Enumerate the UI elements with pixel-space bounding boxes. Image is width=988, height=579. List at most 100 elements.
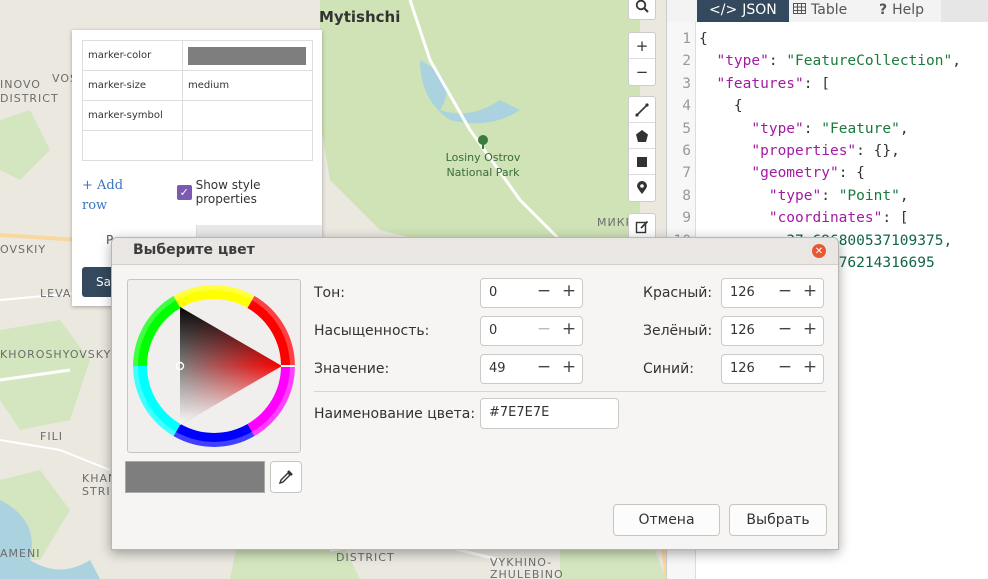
color-swatch[interactable] xyxy=(188,46,306,65)
table-icon xyxy=(793,2,806,18)
json-string: "Feature" xyxy=(821,120,900,137)
json-key: "geometry" xyxy=(751,165,839,182)
map-district-label: DISTRICT xyxy=(0,92,59,105)
table-row: marker-color xyxy=(82,40,313,71)
dialog-titlebar[interactable]: Выберите цвет ✕ xyxy=(112,238,838,265)
color-name-input[interactable]: #7E7E7E xyxy=(480,398,619,429)
decrement-icon[interactable]: − xyxy=(533,357,555,381)
cancel-button[interactable]: Отмена xyxy=(613,504,720,536)
map-park-label: Losiny Ostrov National Park xyxy=(445,151,521,179)
property-key[interactable]: marker-symbol xyxy=(82,100,183,131)
map-district-label: INOVO xyxy=(0,78,41,91)
add-row-link[interactable]: + Add row xyxy=(82,176,142,216)
map-district-label: KHOROSHYOVSKY xyxy=(0,348,112,361)
show-style-toggle[interactable]: ✓ Show style properties xyxy=(177,178,322,206)
hue-spinbutton[interactable]: 0 − + xyxy=(480,278,583,308)
decrement-icon[interactable]: − xyxy=(774,281,796,305)
map-search-control[interactable] xyxy=(628,0,656,20)
json-string: "Point" xyxy=(838,187,900,204)
increment-icon[interactable]: + xyxy=(558,357,580,381)
draw-line-icon[interactable] xyxy=(629,97,655,123)
hue-value[interactable]: 0 xyxy=(489,285,497,300)
table-row: marker-size medium xyxy=(82,70,313,101)
tab-label: Table xyxy=(811,2,848,18)
green-spinbutton[interactable]: 126 − + xyxy=(721,316,824,346)
code-text: { xyxy=(699,31,708,47)
red-value[interactable]: 126 xyxy=(730,285,755,300)
line-number: 6 xyxy=(682,142,691,159)
red-label: Красный: xyxy=(643,285,713,301)
json-key: "type" xyxy=(716,53,769,70)
tab-help[interactable]: ? Help xyxy=(879,0,924,22)
green-value[interactable]: 126 xyxy=(730,323,755,338)
saturation-spinbutton[interactable]: 0 − + xyxy=(480,316,583,346)
json-key: "type" xyxy=(751,120,804,137)
close-icon[interactable]: ✕ xyxy=(812,244,826,258)
color-name-value[interactable]: #7E7E7E xyxy=(489,405,549,420)
table-row xyxy=(82,130,313,161)
blue-value[interactable]: 126 xyxy=(730,361,755,376)
map-district-label: OVSKIY xyxy=(0,243,47,256)
value-spinbutton[interactable]: 49 − + xyxy=(480,354,583,384)
draw-polygon-icon[interactable] xyxy=(629,123,655,149)
code-text: : [ xyxy=(882,210,909,227)
zoom-in-icon[interactable]: + xyxy=(629,33,655,59)
map-district-label: LEVA xyxy=(40,287,72,300)
code-text: { xyxy=(733,98,743,115)
increment-icon[interactable]: + xyxy=(799,319,821,343)
search-icon[interactable] xyxy=(629,0,655,19)
property-key[interactable] xyxy=(82,130,183,161)
marker-color-value[interactable] xyxy=(182,40,313,71)
map-district-label: FILI xyxy=(40,430,63,443)
property-key[interactable]: marker-size xyxy=(82,70,183,101)
tab-label: Help xyxy=(892,2,925,18)
map-district-label: AMENI xyxy=(0,547,41,560)
line-number: 9 xyxy=(682,210,691,227)
saturation-value[interactable]: 0 xyxy=(489,323,497,338)
hue-wheel[interactable] xyxy=(128,280,300,452)
property-value[interactable]: medium xyxy=(182,70,313,101)
line-number: 2 xyxy=(682,53,691,70)
color-wheel-frame xyxy=(127,279,301,453)
increment-icon[interactable]: + xyxy=(799,281,821,305)
draw-marker-icon[interactable] xyxy=(629,175,655,201)
property-value[interactable] xyxy=(182,100,313,131)
select-button[interactable]: Выбрать xyxy=(729,504,827,536)
line-number: 5 xyxy=(682,120,691,137)
decrement-icon[interactable]: − xyxy=(774,357,796,381)
property-value[interactable] xyxy=(182,130,313,161)
saturation-label: Насыщенность: xyxy=(314,323,430,339)
increment-icon[interactable]: + xyxy=(558,281,580,305)
red-spinbutton[interactable]: 126 − + xyxy=(721,278,824,308)
line-number: 7 xyxy=(682,165,691,182)
decrement-icon[interactable]: − xyxy=(533,281,555,305)
json-key: "properties" xyxy=(751,142,857,159)
value-value[interactable]: 49 xyxy=(489,361,506,376)
eyedropper-icon[interactable] xyxy=(270,461,302,493)
code-text: : {}, xyxy=(856,142,900,159)
json-key: "type" xyxy=(768,187,822,204)
tab-table[interactable]: Table xyxy=(793,0,847,22)
value-label: Значение: xyxy=(314,361,390,377)
green-label: Зелёный: xyxy=(643,323,713,339)
blue-label: Синий: xyxy=(643,361,694,377)
code-text: : [ xyxy=(803,75,830,92)
line-number: 8 xyxy=(682,187,691,204)
json-key: "coordinates" xyxy=(768,210,883,227)
line-number: 1 xyxy=(682,31,691,47)
increment-icon[interactable]: + xyxy=(799,357,821,381)
tab-json[interactable]: </> JSON xyxy=(697,0,789,22)
zoom-out-icon[interactable]: − xyxy=(629,59,655,85)
json-key: "features" xyxy=(716,75,804,92)
increment-icon[interactable]: + xyxy=(558,319,580,343)
blue-spinbutton[interactable]: 126 − + xyxy=(721,354,824,384)
decrement-icon[interactable]: − xyxy=(774,319,796,343)
map-district-label: ZHULEBINO xyxy=(490,568,564,579)
zoom-control[interactable]: + − xyxy=(628,32,656,86)
checkbox-checked-icon[interactable]: ✓ xyxy=(177,184,192,200)
tabbar-filler xyxy=(941,0,988,22)
draw-rectangle-icon[interactable] xyxy=(629,149,655,175)
property-key[interactable]: marker-color xyxy=(82,40,183,71)
code-text: : { xyxy=(838,165,865,182)
draw-toolbar[interactable] xyxy=(628,96,656,202)
